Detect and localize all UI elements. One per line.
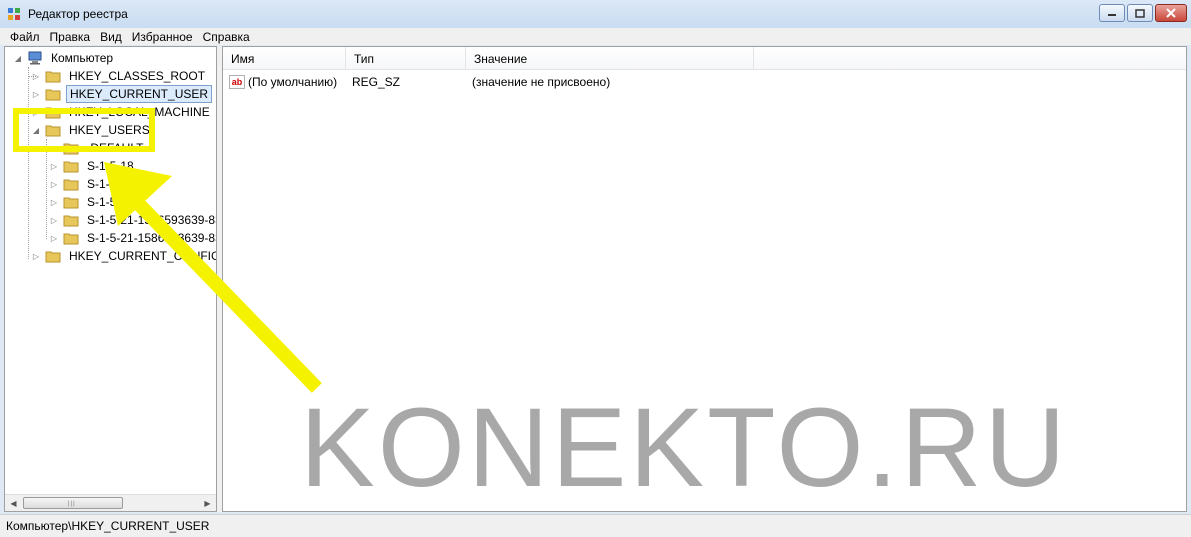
scrollbar-thumb[interactable]: ||| <box>23 497 123 509</box>
menu-view[interactable]: Вид <box>96 30 128 44</box>
column-name[interactable]: Имя <box>223 47 346 70</box>
minimize-button[interactable] <box>1099 4 1125 22</box>
tree-item-hkcc[interactable]: ▷ HKEY_CURRENT_CONFIG <box>31 247 217 265</box>
title-bar: Редактор реестра <box>0 0 1191 28</box>
expand-icon[interactable]: ▷ <box>31 89 41 99</box>
value-type: REG_SZ <box>352 75 401 89</box>
folder-icon <box>45 89 61 101</box>
folder-icon <box>63 197 79 209</box>
expand-icon[interactable]: ▷ <box>49 197 59 207</box>
watermark: KONEKTO.RU <box>300 385 1069 510</box>
string-value-icon: ab <box>229 75 245 89</box>
maximize-button[interactable] <box>1127 4 1153 22</box>
tree-item-s-1-5-18[interactable]: ▷ S-1-5-18 <box>49 157 137 175</box>
tree-label: HKEY_CLASSES_ROOT <box>69 69 206 83</box>
collapse-icon[interactable]: ◢ <box>13 53 23 63</box>
tree-item-hkcu[interactable]: ▷ HKEY_CURRENT_USER <box>31 85 213 103</box>
computer-icon <box>28 51 42 65</box>
registry-editor-icon <box>8 8 20 20</box>
expand-icon[interactable]: ▷ <box>31 71 41 81</box>
scroll-left-icon[interactable]: ◀ <box>6 497 21 510</box>
list-item[interactable]: ab (По умолчанию) REG_SZ (значение не пр… <box>223 72 754 92</box>
highlight-box <box>13 108 155 152</box>
horizontal-scrollbar[interactable]: ◀ ||| ▶ <box>5 494 216 511</box>
column-value[interactable]: Значение <box>466 47 754 70</box>
menu-help[interactable]: Справка <box>199 30 256 44</box>
maximize-icon <box>1135 8 1145 18</box>
expand-icon[interactable]: ▷ <box>49 179 59 189</box>
menu-favorites[interactable]: Избранное <box>128 30 199 44</box>
folder-icon <box>63 161 79 173</box>
tree-item-s-1-5-21-a[interactable]: ▷ S-1-5-21-1586593639-835 <box>49 211 217 229</box>
tree-item-s-1-5-20[interactable]: ▷ S-1-5-20 <box>49 193 137 211</box>
folder-icon <box>45 71 61 83</box>
status-path: Компьютер\HKEY_CURRENT_USER <box>6 519 210 533</box>
expand-icon[interactable]: ▷ <box>49 161 59 171</box>
folder-icon <box>63 215 79 227</box>
folder-icon <box>63 233 79 245</box>
tree-label: S-1-5-19 <box>87 177 134 191</box>
expand-icon[interactable]: ▷ <box>31 251 41 261</box>
tree-label: Компьютер <box>51 51 114 65</box>
menu-file[interactable]: Файл <box>6 30 46 44</box>
folder-icon <box>63 179 79 191</box>
expand-icon[interactable]: ▷ <box>49 215 59 225</box>
close-button[interactable] <box>1155 4 1187 22</box>
menu-edit[interactable]: Правка <box>46 30 97 44</box>
tree-label: S-1-5-21-1586593639-835 <box>87 213 217 227</box>
close-icon <box>1166 8 1176 18</box>
scroll-right-icon[interactable]: ▶ <box>200 497 215 510</box>
value-data: (значение не присвоено) <box>472 75 611 89</box>
tree-item-computer[interactable]: ◢ Компьютер <box>13 49 116 67</box>
tree-label: HKEY_CURRENT_USER <box>66 85 213 103</box>
list-header: Имя Тип Значение <box>223 47 1186 70</box>
value-name: (По умолчанию) <box>248 75 338 89</box>
status-bar: Компьютер\HKEY_CURRENT_USER <box>0 514 1191 537</box>
folder-icon <box>45 251 61 263</box>
tree-label: S-1-5-20 <box>87 195 134 209</box>
menu-bar: Файл Правка Вид Избранное Справка <box>0 28 1191 45</box>
minimize-icon <box>1108 14 1116 16</box>
tree-label: S-1-5-18 <box>87 159 134 173</box>
column-type[interactable]: Тип <box>346 47 466 70</box>
tree-item-s-1-5-19[interactable]: ▷ S-1-5-19 <box>49 175 137 193</box>
expand-icon[interactable]: ▷ <box>49 233 59 243</box>
window-title: Редактор реестра <box>28 7 128 21</box>
tree-label: S-1-5-21-1586593639-835 <box>87 231 217 245</box>
tree-item-hkcr[interactable]: ▷ HKEY_CLASSES_ROOT <box>31 67 208 85</box>
tree-item-s-1-5-21-b[interactable]: ▷ S-1-5-21-1586593639-835 <box>49 229 217 247</box>
tree-label: HKEY_CURRENT_CONFIG <box>69 249 217 263</box>
